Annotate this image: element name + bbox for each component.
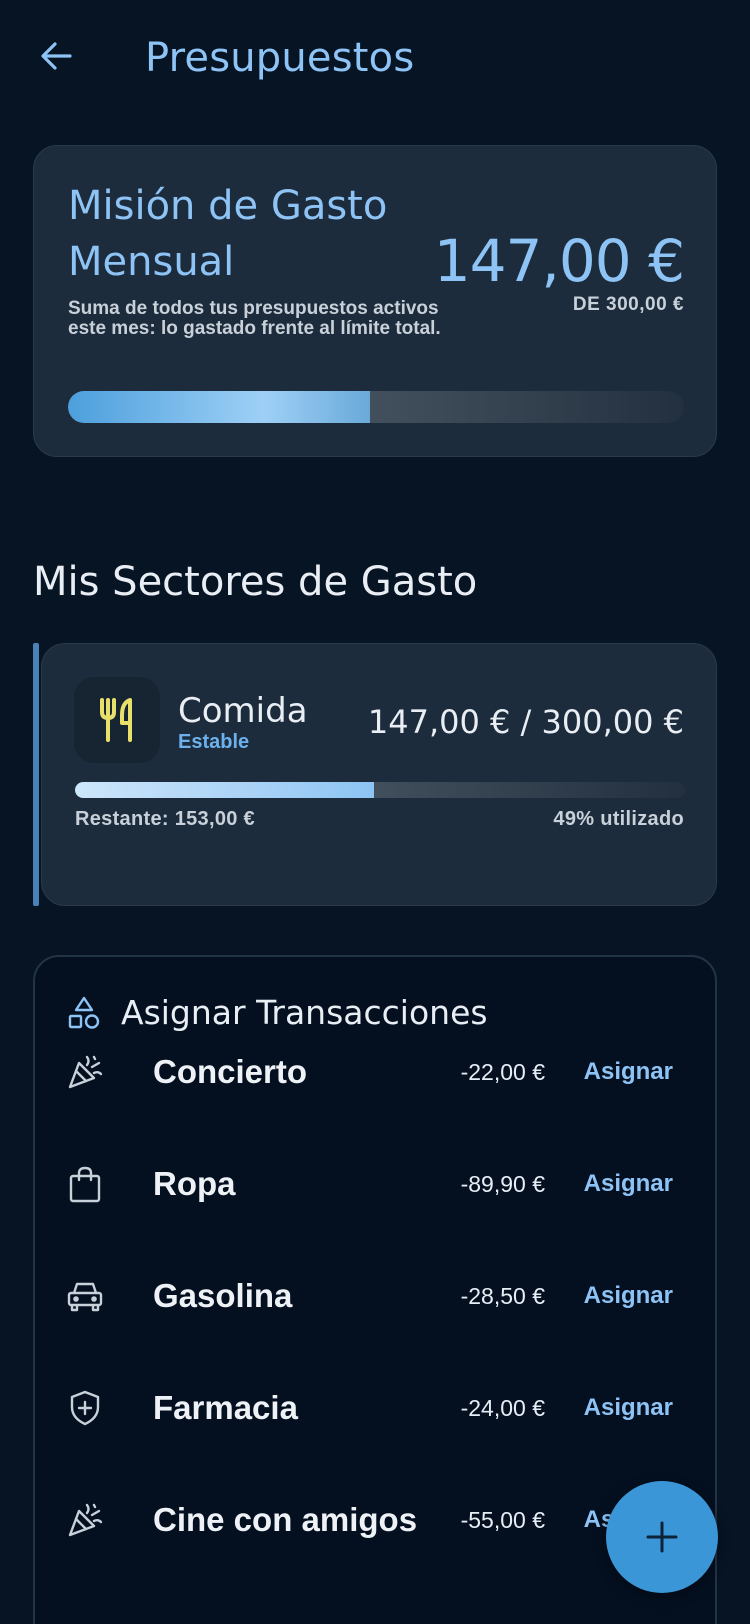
shield-plus-icon <box>65 1388 105 1428</box>
transaction-amount: -24,00 € <box>460 1394 545 1421</box>
back-button[interactable] <box>34 34 78 78</box>
assign-button[interactable]: Asignar <box>584 1170 673 1198</box>
sector-icon-box <box>74 677 160 763</box>
add-fab-button[interactable] <box>606 1481 718 1593</box>
sector-accent-bar <box>33 643 39 906</box>
mission-progress-bar <box>68 391 684 423</box>
sector-remaining: Restante: 153,00 € <box>75 808 255 830</box>
shopping-bag-icon <box>65 1164 105 1204</box>
sector-amount: 147,00 € / 300,00 € <box>367 703 684 741</box>
transaction-name: Gasolina <box>153 1277 293 1314</box>
plus-icon <box>646 1521 678 1553</box>
mission-title: Misión de Gasto Mensual <box>68 183 388 285</box>
mission-amount: 147,00 € <box>433 227 685 295</box>
sector-progress-bar <box>75 782 685 798</box>
mission-description: Suma de todos tus presupuestos activos e… <box>68 298 441 339</box>
transaction-name: Cine con amigos <box>153 1501 418 1538</box>
transaction-name: Farmacia <box>153 1389 298 1426</box>
transaction-row: Cine con amigos -55,00 € Asignar <box>65 1490 695 1550</box>
arrow-left-icon <box>41 42 72 70</box>
car-icon <box>65 1276 105 1316</box>
transaction-row: Ropa -89,90 € Asignar <box>65 1154 695 1214</box>
mission-limit: DE 300,00 € <box>572 294 684 315</box>
page-title: Presupuestos <box>145 35 415 81</box>
sector-card-comida[interactable]: Comida Estable 147,00 € / 300,00 € Resta… <box>41 643 717 906</box>
assign-button[interactable]: Asignar <box>584 1282 673 1310</box>
sector-status: Estable <box>178 731 250 753</box>
app-header: Presupuestos <box>0 0 750 118</box>
transaction-amount: -89,90 € <box>460 1170 545 1197</box>
party-popper-icon <box>65 1500 105 1540</box>
monthly-mission-card: Misión de Gasto Mensual Suma de todos tu… <box>33 145 717 457</box>
utensils-icon <box>100 698 132 742</box>
assign-button[interactable]: Asignar <box>584 1394 673 1422</box>
transaction-row: Concierto -22,00 € Asignar <box>65 1042 695 1102</box>
party-popper-icon <box>65 1052 105 1092</box>
transaction-row: Farmacia -24,00 € Asignar <box>65 1378 695 1438</box>
assign-title: Asignar Transacciones <box>121 993 488 1032</box>
sector-name: Comida <box>178 691 308 731</box>
shapes-icon <box>68 996 100 1029</box>
transaction-name: Ropa <box>153 1165 236 1202</box>
sector-used-percent: 49% utilizado <box>553 808 684 830</box>
sector-progress-fill <box>75 782 374 798</box>
transaction-amount: -22,00 € <box>460 1058 545 1085</box>
transaction-name: Concierto <box>153 1053 308 1090</box>
assign-header: Asignar Transacciones <box>67 993 488 1032</box>
transaction-row: Gasolina -28,50 € Asignar <box>65 1266 695 1326</box>
transaction-amount: -55,00 € <box>460 1506 545 1533</box>
transaction-amount: -28,50 € <box>460 1282 545 1309</box>
assign-button[interactable]: Asignar <box>584 1058 673 1086</box>
sectors-section-title: Mis Sectores de Gasto <box>33 559 478 605</box>
mission-progress-fill <box>68 391 370 423</box>
